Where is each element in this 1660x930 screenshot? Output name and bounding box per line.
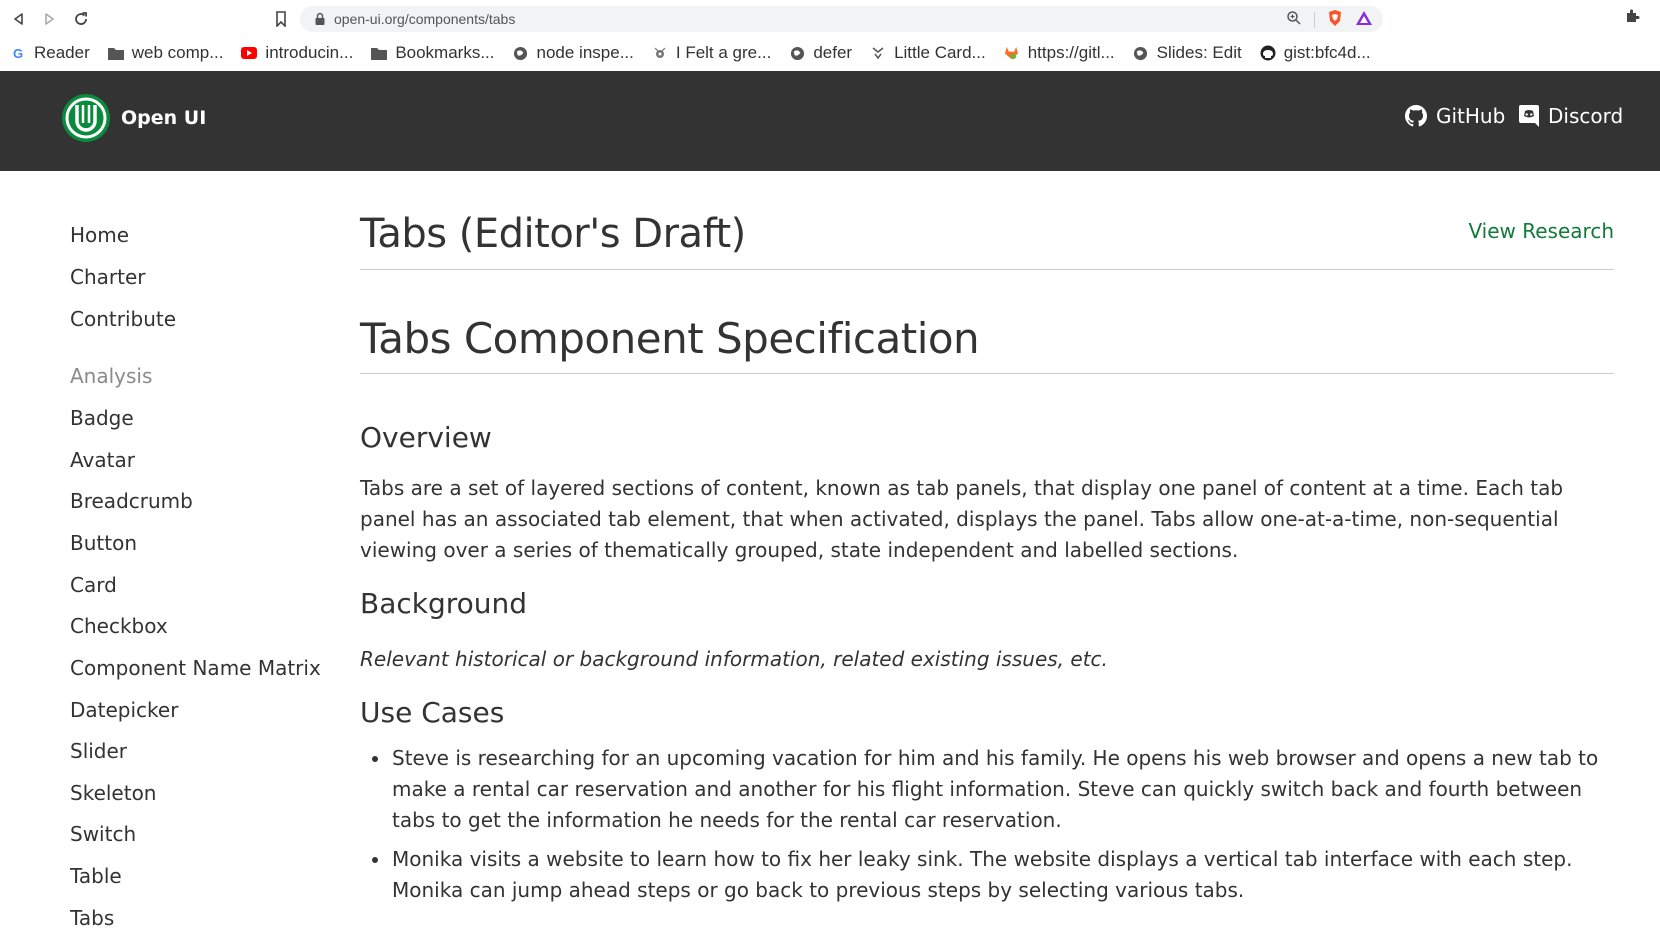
spec-title: Tabs Component Specification (360, 314, 980, 363)
sidebar-item-table[interactable]: Table (70, 864, 122, 888)
lock-icon (314, 12, 326, 26)
bookmark-label: Reader (34, 43, 90, 62)
page-title: Tabs (Editor's Draft) (360, 211, 746, 257)
sidebar-item-contribute[interactable]: Contribute (70, 307, 176, 331)
bookmark-folder[interactable]: web comp... (107, 43, 224, 63)
sidebar-item-breadcrumb[interactable]: Breadcrumb (70, 489, 193, 513)
bookmark-label: web comp... (131, 43, 224, 62)
title-divider (360, 269, 1614, 270)
bookmark-folder[interactable]: Bookmarks... (371, 43, 495, 63)
discord-link[interactable]: Discord (1519, 104, 1623, 128)
bookmark-item[interactable]: node inspe... (513, 43, 634, 63)
site-header: Open UI GitHub Discord (0, 71, 1660, 171)
site-title[interactable]: Open UI (121, 107, 206, 129)
reload-icon[interactable] (70, 8, 92, 30)
extensions-icon[interactable] (1624, 8, 1640, 28)
use-cases-list: Steve is researching for an upcoming vac… (360, 743, 1614, 914)
sidebar-item-checkbox[interactable]: Checkbox (70, 614, 168, 638)
discord-icon (1519, 105, 1539, 127)
url-text: open-ui.org/components/tabs (334, 11, 516, 27)
github-icon (1405, 105, 1427, 127)
bookmark-item[interactable]: G Reader (10, 43, 90, 63)
bookmark-item[interactable]: Little Card... (870, 43, 986, 63)
sidebar-item-datepicker[interactable]: Datepicker (70, 698, 178, 722)
list-item: Steve is researching for an upcoming vac… (360, 743, 1614, 836)
bookmark-item[interactable]: introducin... (241, 43, 353, 63)
background-text: Relevant historical or background inform… (360, 647, 1108, 671)
forward-icon[interactable] (38, 8, 60, 30)
list-item: Monika visits a website to learn how to … (360, 844, 1614, 906)
bookmark-item[interactable]: gist:bfc4d... (1260, 43, 1371, 63)
github-link[interactable]: GitHub (1405, 104, 1505, 128)
sidebar-item-charter[interactable]: Charter (70, 265, 146, 289)
sidebar-item-card[interactable]: Card (70, 573, 117, 597)
spec-title-divider (360, 373, 1614, 374)
back-icon[interactable] (8, 8, 30, 30)
bookmark-item[interactable]: https://gitl... (1004, 43, 1115, 63)
brave-rewards-icon[interactable] (1355, 10, 1373, 30)
google-icon: G (12, 45, 24, 61)
bookmark-item[interactable]: defer (789, 43, 852, 63)
sidebar-item-component-name-matrix[interactable]: Component Name Matrix (70, 656, 321, 680)
bookmark-label: Slides: Edit (1156, 43, 1242, 62)
github-icon (1260, 45, 1276, 61)
sidebar-item-switch[interactable]: Switch (70, 822, 136, 846)
sidebar-item-avatar[interactable]: Avatar (70, 448, 135, 472)
sidebar-item-tabs[interactable]: Tabs (70, 906, 114, 930)
sidebar-item-button[interactable]: Button (70, 531, 137, 555)
github-label: GitHub (1436, 104, 1506, 128)
youtube-icon (241, 45, 258, 61)
bookmark-label: defer (813, 43, 853, 62)
address-bar[interactable]: open-ui.org/components/tabs (300, 6, 1383, 32)
bookmark-label: Bookmarks... (395, 43, 495, 62)
bookmark-item[interactable]: I Felt a gre... (652, 43, 771, 63)
globe-icon (789, 45, 805, 61)
folder-icon (371, 45, 388, 61)
open-ui-logo[interactable] (60, 92, 112, 144)
browser-chrome: open-ui.org/components/tabs G Reader web… (0, 0, 1660, 71)
bookmark-label: introducin... (265, 43, 354, 62)
zoom-icon[interactable] (1286, 10, 1302, 30)
bookmark-label: Little Card... (894, 43, 986, 62)
bookmark-item[interactable]: Slides: Edit (1133, 43, 1242, 63)
background-heading: Background (360, 587, 528, 620)
site-icon (652, 45, 668, 61)
sidebar-item-slider[interactable]: Slider (70, 739, 127, 763)
sidebar-item-home[interactable]: Home (70, 223, 129, 247)
sidebar-section-analysis: Analysis (70, 364, 153, 388)
discord-label: Discord (1548, 104, 1624, 128)
use-cases-heading: Use Cases (360, 696, 505, 729)
sidebar-item-badge[interactable]: Badge (70, 406, 134, 430)
globe-icon (1133, 45, 1149, 61)
bookmark-icon[interactable] (270, 8, 292, 30)
bookmark-label: node inspe... (536, 43, 634, 62)
bookmarks-bar: G Reader web comp... introducin... Bookm… (0, 38, 1660, 68)
site-icon (870, 45, 886, 61)
bookmark-label: I Felt a gre... (675, 43, 772, 62)
bookmark-label: https://gitl... (1027, 43, 1115, 62)
overview-text: Tabs are a set of layered sections of co… (360, 476, 1564, 562)
overview-heading: Overview (360, 421, 492, 454)
brave-shield-icon[interactable] (1327, 9, 1343, 31)
folder-icon (107, 45, 124, 61)
view-research-link[interactable]: View Research (1468, 219, 1614, 243)
gitlab-icon (1004, 45, 1020, 61)
globe-icon (513, 45, 529, 61)
bookmark-label: gist:bfc4d... (1283, 43, 1371, 62)
sidebar-item-skeleton[interactable]: Skeleton (70, 781, 156, 805)
